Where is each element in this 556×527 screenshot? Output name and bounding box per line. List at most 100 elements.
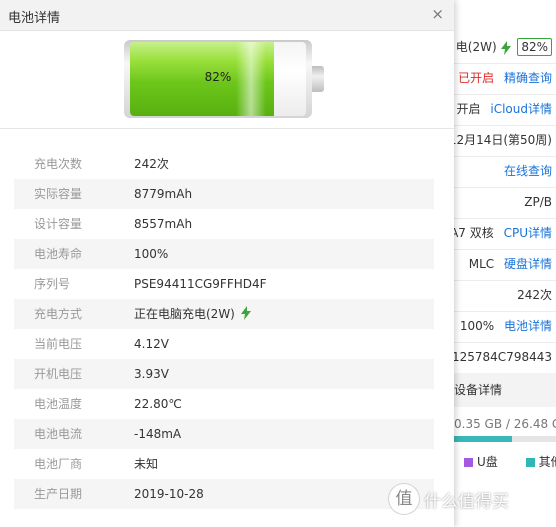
info-value: PSE94411CG9FFHD4F <box>134 269 267 299</box>
info-value-text: 22.80℃ <box>134 397 182 411</box>
legend-other-swatch <box>525 458 535 467</box>
info-label: 实际容量 <box>34 187 83 201</box>
bg-online-row: 在线查询 <box>498 156 552 186</box>
info-value: 8779mAh <box>134 179 192 209</box>
info-row: 当前电压 4.12V <box>14 329 434 359</box>
info-label: 充电次数 <box>34 157 83 171</box>
info-row: 电池温度 22.80℃ <box>14 389 434 419</box>
info-value: 2019-10-28 <box>134 479 204 509</box>
info-label: 充电方式 <box>34 307 83 321</box>
info-value-text: 未知 <box>134 457 159 471</box>
bg-disk-row: MLC 硬盘详情 <box>469 249 552 279</box>
divider <box>0 128 454 129</box>
storage-bar <box>454 436 556 442</box>
info-row: 电池寿命 100% <box>14 239 434 269</box>
info-label: 设计容量 <box>34 217 83 231</box>
info-label: 当前电压 <box>34 337 83 351</box>
icloud-details-link[interactable]: iCloud详情 <box>490 102 552 116</box>
storage-header: 设备详情 <box>454 373 556 407</box>
info-value-text: 8557mAh <box>134 217 193 231</box>
info-row: 充电次数 242次 <box>14 149 434 179</box>
info-value: 100% <box>134 239 168 269</box>
bg-charge-count: 242次 <box>517 288 552 302</box>
info-row: 实际容量 8779mAh <box>14 179 434 209</box>
battery-graphic: 82% <box>124 40 326 118</box>
info-label: 开机电压 <box>34 367 83 381</box>
info-row: 电池电流 -148mA <box>14 419 434 449</box>
battery-percent: 82% <box>204 70 232 84</box>
bg-date-text: 12月14日(第50周) <box>448 133 552 147</box>
info-value: 4.12V <box>134 329 169 359</box>
legend-other-label: 其他 <box>538 455 556 469</box>
watermark-text: 什么值得买 <box>424 492 509 512</box>
bg-opened-status: 已开启 <box>458 71 495 85</box>
bg-open-text: 开启 <box>456 102 481 116</box>
info-value: 242次 <box>134 149 169 179</box>
bg-charge-count-row: 242次 <box>517 280 552 310</box>
bg-charge-badge: 82% <box>517 38 552 56</box>
info-row: 设计容量 8557mAh <box>14 209 434 239</box>
info-value-text: PSE94411CG9FFHD4F <box>134 277 267 291</box>
battery-details-link[interactable]: 电池详情 <box>504 319 552 333</box>
legend-udisk-swatch <box>464 458 473 467</box>
bg-charge-text: 电(2W) <box>455 40 497 54</box>
online-query-link[interactable]: 在线查询 <box>504 164 552 178</box>
bolt-icon <box>500 40 511 55</box>
bg-charge-row: 电(2W) 82% <box>456 32 552 62</box>
watermark-logo-icon: 值 <box>388 483 420 515</box>
info-value: 22.80℃ <box>134 389 182 419</box>
dialog-title: 电池详情 <box>8 11 61 26</box>
bg-serial-row: A125784C798443 <box>444 342 552 372</box>
battery-tip <box>312 66 324 92</box>
bg-battery-health: 100% <box>459 319 495 333</box>
disk-details-link[interactable]: 硬盘详情 <box>504 257 552 271</box>
bg-date-row: 12月14日(第50周) <box>449 125 552 155</box>
bg-precise-row: 已开启 精确查询 <box>458 63 552 93</box>
storage-bar-fill <box>454 436 512 442</box>
bg-icloud-row: 开启 iCloud详情 <box>457 94 552 124</box>
info-value-text: 4.12V <box>134 337 169 351</box>
info-value-text: -148mA <box>134 427 182 441</box>
info-value: 正在电脑充电(2W) <box>134 299 251 329</box>
precise-query-link[interactable]: 精确查询 <box>504 71 552 85</box>
info-value-text: 3.93V <box>134 367 169 381</box>
info-row: 生产日期 2019-10-28 <box>14 479 434 509</box>
legend-udisk-label: U盘 <box>477 455 498 469</box>
info-label: 生产日期 <box>34 487 83 501</box>
dialog-title-bar: 电池详情 × <box>0 0 454 31</box>
battery-details-dialog: 电池详情 × 82% 充电次数 242次实际容量 8779mAh 设计容量 8557mA… <box>0 0 454 527</box>
info-row: 序列号 PSE94411CG9FFHD4F <box>14 269 434 299</box>
info-row: 电池厂商 未知 <box>14 449 434 479</box>
info-label: 电池寿命 <box>34 247 83 261</box>
info-label: 电池厂商 <box>34 457 83 471</box>
storage-usage-row: 0.35 GB / 26.48 G <box>454 409 556 439</box>
bg-cpu-row: A7 双核 CPU详情 <box>450 218 552 248</box>
cpu-details-link[interactable]: CPU详情 <box>504 226 552 240</box>
storage-legend: U盘 其他 <box>464 447 556 477</box>
bg-serial-partial: A125784C798443 <box>443 350 552 364</box>
bolt-icon <box>240 306 251 320</box>
info-value: 未知 <box>134 449 158 479</box>
bg-battery-row: 100% 电池详情 <box>460 311 552 341</box>
info-row: 开机电压 3.93V <box>14 359 434 389</box>
bg-cpu-text: A7 双核 <box>450 226 494 240</box>
info-value-text: 正在电脑充电(2W) <box>134 307 235 321</box>
close-button[interactable]: × <box>431 5 444 23</box>
bg-disk-type: MLC <box>468 257 495 271</box>
info-value-text: 8779mAh <box>134 187 193 201</box>
storage-header-text: 设备详情 <box>454 383 503 397</box>
info-value-text: 2019-10-28 <box>134 487 204 501</box>
watermark: 值 什么值得买 <box>388 483 556 517</box>
info-row: 充电方式 正在电脑充电(2W) <box>14 299 434 329</box>
info-label: 电池温度 <box>34 397 83 411</box>
info-value: 8557mAh <box>134 209 192 239</box>
info-value-text: 100% <box>134 247 169 261</box>
bg-region-code: ZP/B <box>524 195 552 209</box>
info-table: 充电次数 242次实际容量 8779mAh 设计容量 8557mAh 电池寿命 100% 序列… <box>14 149 434 509</box>
info-value: 3.93V <box>134 359 169 389</box>
storage-usage-text: 0.35 GB / 26.48 G <box>454 417 556 431</box>
info-label: 序列号 <box>34 277 71 291</box>
info-label: 电池电流 <box>34 427 83 441</box>
info-value: -148mA <box>134 419 181 449</box>
battery-shell: 82% <box>124 40 312 118</box>
